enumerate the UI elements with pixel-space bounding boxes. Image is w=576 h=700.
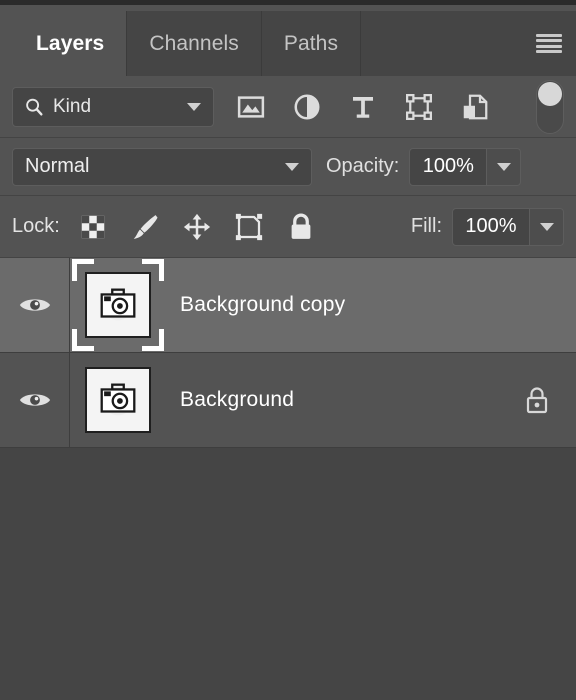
layer-thumbnail [85, 272, 151, 338]
lock-transparent-pixels-icon[interactable] [78, 212, 108, 242]
fill-value: 100% [465, 215, 517, 237]
chevron-down-icon [496, 162, 511, 171]
layer-row-background-copy[interactable]: Background copy [0, 258, 576, 353]
filter-type-icons [236, 92, 536, 122]
filter-enable-toggle[interactable] [536, 79, 564, 134]
tab-paths[interactable]: Paths [261, 11, 362, 76]
lock-image-pixels-icon[interactable] [130, 212, 160, 242]
blend-mode-row: Normal Opacity: 100% [0, 138, 576, 196]
tab-bar-filler [361, 11, 576, 76]
opacity-label: Opacity: [326, 155, 400, 177]
opacity-value: 100% [422, 155, 474, 177]
fill-input[interactable]: 100% [452, 207, 530, 246]
layer-thumbnail-container[interactable] [70, 258, 166, 352]
tab-channels[interactable]: Channels [127, 11, 262, 76]
blend-mode-dropdown[interactable]: Normal [12, 147, 312, 186]
shape-layer-filter-icon[interactable] [404, 92, 434, 122]
fill-stepper-button[interactable] [530, 207, 564, 246]
adjustment-layer-filter-icon[interactable] [292, 92, 322, 122]
lock-options-row: Lock: Fill: 100% [0, 196, 576, 258]
camera-photo-thumbnail-icon [100, 383, 136, 416]
eye-icon [19, 299, 50, 311]
search-icon [26, 98, 43, 116]
eye-icon [19, 394, 50, 406]
type-layer-filter-icon[interactable] [348, 92, 378, 122]
layer-visibility-toggle[interactable] [0, 353, 70, 447]
chevron-down-icon [187, 102, 201, 111]
opacity-stepper-button[interactable] [487, 147, 522, 186]
chevron-down-icon [539, 222, 554, 231]
lock-artboard-nesting-icon[interactable] [234, 212, 264, 242]
layer-row-background[interactable]: Background [0, 353, 576, 448]
lock-all-icon[interactable] [286, 212, 316, 242]
lock-position-icon[interactable] [182, 212, 212, 242]
layer-thumbnail-container[interactable] [70, 353, 166, 447]
padlock-icon[interactable] [524, 385, 550, 415]
layer-list: Background copy Background [0, 258, 576, 700]
layer-filter-row: Kind [0, 76, 576, 138]
layer-name-label: Background [180, 388, 295, 411]
toggle-knob [538, 81, 562, 106]
fill-label: Fill: [410, 215, 442, 237]
lock-label: Lock: [12, 215, 60, 237]
pixel-layer-filter-icon[interactable] [236, 92, 266, 122]
smart-object-filter-icon[interactable] [460, 92, 490, 122]
tab-layers[interactable]: Layers [14, 11, 128, 76]
chevron-down-icon [285, 162, 299, 171]
hamburger-menu-icon[interactable] [536, 33, 562, 54]
camera-photo-thumbnail-icon [100, 288, 136, 321]
lock-buttons [78, 212, 316, 242]
opacity-input[interactable]: 100% [409, 147, 488, 186]
layers-panel: Layers Channels Paths Kind Normal Opacit… [0, 0, 576, 700]
panel-tab-bar: Layers Channels Paths [0, 0, 576, 76]
layer-visibility-toggle[interactable] [0, 258, 70, 352]
tab-channels-label: Channels [149, 31, 239, 55]
tab-paths-label: Paths [283, 31, 339, 55]
layer-name-label: Background copy [180, 293, 346, 316]
blend-mode-value: Normal [25, 155, 90, 177]
filter-kind-label: Kind [53, 95, 92, 117]
tab-layers-label: Layers [36, 31, 105, 55]
filter-kind-dropdown[interactable]: Kind [12, 86, 214, 127]
fill-group: Fill: 100% [410, 207, 564, 246]
layer-thumbnail [85, 367, 151, 433]
